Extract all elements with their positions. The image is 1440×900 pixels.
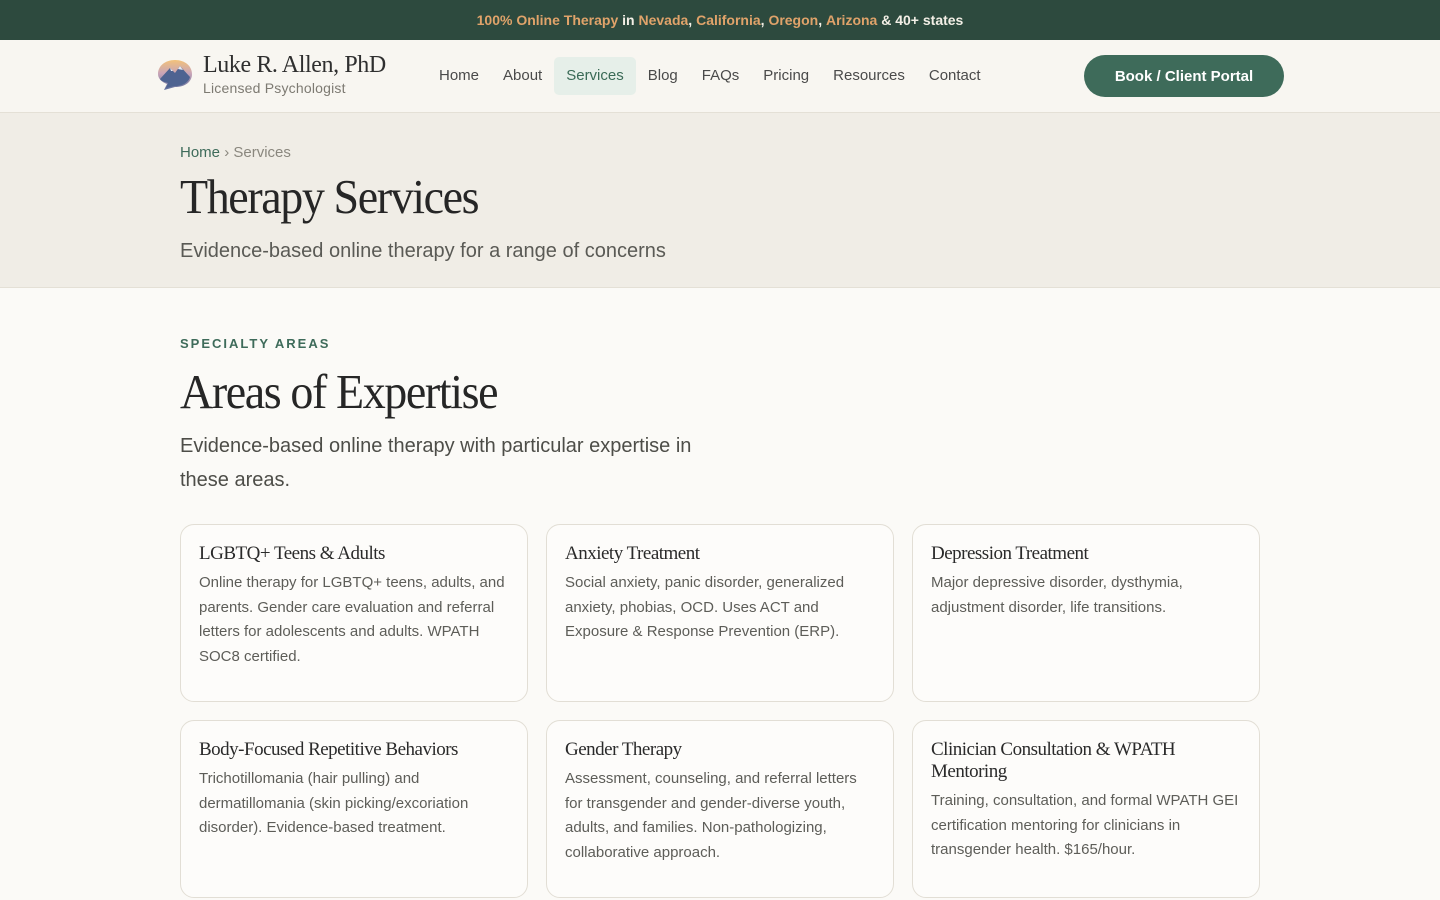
announcement-lead: 100% Online Therapy xyxy=(476,12,619,28)
nav-pricing[interactable]: Pricing xyxy=(751,57,821,95)
nav-resources[interactable]: Resources xyxy=(821,57,917,95)
state-oregon: Oregon xyxy=(768,12,819,28)
expertise-section: SPECIALTY AREAS Areas of Expertise Evide… xyxy=(0,288,1440,900)
announcement-in: in xyxy=(622,12,635,28)
state-california: California xyxy=(696,12,761,28)
page-subtitle: Evidence-based online therapy for a rang… xyxy=(180,240,666,262)
card-body: Training, consultation, and formal WPATH… xyxy=(931,792,1239,858)
state-nevada: Nevada xyxy=(638,12,689,28)
site-header: Luke R. Allen, PhD Licensed Psychologist… xyxy=(0,40,1440,113)
card-body: Online therapy for LGBTQ+ teens, adults,… xyxy=(199,574,505,665)
card-body: Major depressive disorder, dysthymia, ad… xyxy=(931,574,1183,616)
state-arizona: Arizona xyxy=(826,12,878,28)
breadcrumb-home[interactable]: Home xyxy=(180,144,220,161)
card-title: Depression Treatment xyxy=(931,543,1089,564)
breadcrumb: Home › Services xyxy=(180,144,291,161)
nav-home[interactable]: Home xyxy=(427,57,491,95)
card-title: Clinician Consultation & WPATH Mentoring xyxy=(931,739,1176,782)
card-title: LGBTQ+ Teens & Adults xyxy=(199,543,385,564)
breadcrumb-current: Services xyxy=(233,144,291,161)
card-title: Gender Therapy xyxy=(565,739,682,760)
card-title: Anxiety Treatment xyxy=(565,543,700,564)
card-body: Assessment, counseling, and referral let… xyxy=(565,770,857,861)
announcement-tail: & 40+ states xyxy=(881,12,964,28)
book-client-portal-button[interactable]: Book / Client Portal xyxy=(1084,55,1284,97)
card-depression: Depression Treatment Major depressive di… xyxy=(912,524,1260,702)
page-hero: Home › Services Therapy Services Evidenc… xyxy=(0,113,1440,288)
main-nav: Home About Services Blog FAQs Pricing Re… xyxy=(427,57,993,95)
brand-link[interactable]: Luke R. Allen, PhD Licensed Psychologist xyxy=(156,52,386,96)
section-intro: Evidence-based online therapy with parti… xyxy=(180,435,692,491)
nav-contact[interactable]: Contact xyxy=(917,57,993,95)
brand-subtitle: Licensed Psychologist xyxy=(203,80,346,96)
announcement-bar: 100% Online Therapy in Nevada, Californi… xyxy=(0,0,1440,40)
card-body: Social anxiety, panic disorder, generali… xyxy=(565,574,845,640)
card-lgbtq: LGBTQ+ Teens & Adults Online therapy for… xyxy=(180,524,528,702)
nav-services[interactable]: Services xyxy=(554,57,636,95)
nav-blog[interactable]: Blog xyxy=(636,57,690,95)
card-anxiety: Anxiety Treatment Social anxiety, panic … xyxy=(546,524,894,702)
section-eyebrow: SPECIALTY AREAS xyxy=(180,336,331,351)
breadcrumb-separator: › xyxy=(224,144,230,161)
mountain-speech-bubble-icon xyxy=(156,55,194,93)
card-clinician-consultation: Clinician Consultation & WPATH Mentoring… xyxy=(912,720,1260,898)
card-title: Body-Focused Repetitive Behaviors xyxy=(199,739,458,760)
card-gender-therapy: Gender Therapy Assessment, counseling, a… xyxy=(546,720,894,898)
section-title: Areas of Expertise xyxy=(180,365,499,419)
card-body: Trichotillomania (hair pulling) and derm… xyxy=(199,770,469,836)
expertise-grid: LGBTQ+ Teens & Adults Online therapy for… xyxy=(180,524,1260,898)
card-bfrb: Body-Focused Repetitive Behaviors Tricho… xyxy=(180,720,528,898)
nav-faqs[interactable]: FAQs xyxy=(690,57,752,95)
page-title: Therapy Services xyxy=(180,170,480,224)
brand-name: Luke R. Allen, PhD xyxy=(203,52,386,78)
nav-about[interactable]: About xyxy=(491,57,554,95)
